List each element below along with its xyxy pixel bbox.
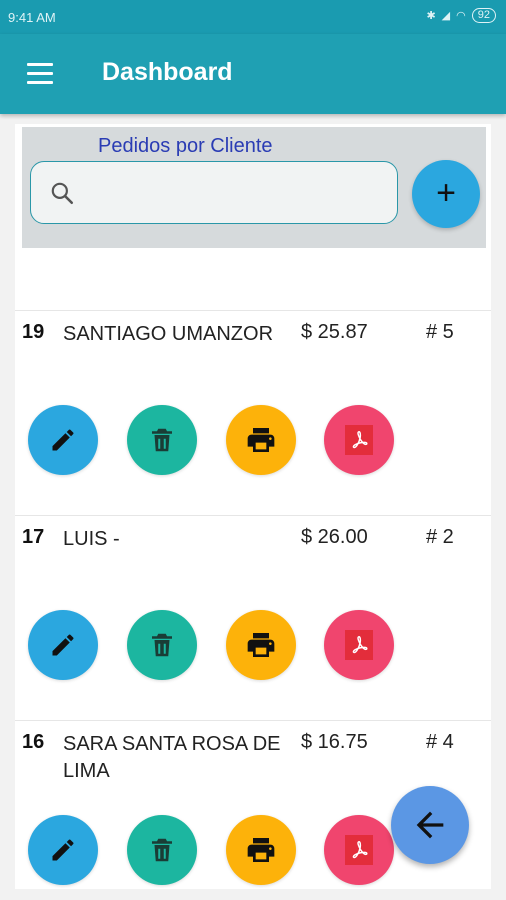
edit-button[interactable] <box>28 610 98 680</box>
pdf-icon <box>345 630 373 660</box>
order-number: 16 <box>22 731 45 753</box>
order-count: # 5 <box>426 321 454 343</box>
pdf-button[interactable] <box>324 610 394 680</box>
status-bar: 9:41 AM ✱ ◢ ◠ 92 <box>0 0 506 34</box>
pencil-icon <box>52 634 74 656</box>
trash-icon <box>152 428 172 452</box>
pdf-button[interactable] <box>324 815 394 885</box>
delete-button[interactable] <box>127 610 197 680</box>
order-number: 17 <box>22 526 45 548</box>
status-time: 9:41 AM <box>8 10 56 25</box>
pencil-icon <box>52 429 74 451</box>
search-input[interactable] <box>30 161 398 224</box>
search-panel: Pedidos por Cliente + <box>22 127 486 248</box>
search-icon <box>51 182 74 205</box>
content-area: Pedidos por Cliente + 19 SANTIAGO UMANZO… <box>15 124 491 889</box>
battery-icon: 92 <box>471 8 496 23</box>
customer-name: LUIS - <box>63 528 120 550</box>
printer-icon <box>247 838 275 862</box>
edit-button[interactable] <box>28 405 98 475</box>
delete-button[interactable] <box>127 405 197 475</box>
pencil-icon <box>52 839 74 861</box>
back-button[interactable] <box>391 786 469 864</box>
page-title: Dashboard <box>102 58 233 86</box>
printer-icon <box>247 428 275 452</box>
panel-title: Pedidos por Cliente <box>98 135 273 157</box>
pdf-button[interactable] <box>324 405 394 475</box>
trash-icon <box>152 838 172 862</box>
order-amount: $ 26.00 <box>301 526 368 548</box>
order-row[interactable]: 17 LUIS - $ 26.00 # 2 <box>15 515 491 720</box>
order-count: # 4 <box>426 731 454 753</box>
order-count: # 2 <box>426 526 454 548</box>
pdf-icon <box>345 425 373 455</box>
arrow-left-icon <box>416 811 444 839</box>
edit-button[interactable] <box>28 815 98 885</box>
bluetooth-icon: ✱ <box>426 10 436 22</box>
trash-icon <box>152 633 172 657</box>
order-row[interactable]: 19 SANTIAGO UMANZOR $ 25.87 # 5 <box>15 310 491 515</box>
pdf-icon <box>345 835 373 865</box>
hamburger-icon[interactable] <box>27 63 53 85</box>
add-button[interactable]: + <box>412 160 480 228</box>
print-button[interactable] <box>226 815 296 885</box>
customer-name: SANTIAGO UMANZOR <box>63 323 274 345</box>
order-number: 19 <box>22 321 45 343</box>
delete-button[interactable] <box>127 815 197 885</box>
print-button[interactable] <box>226 610 296 680</box>
status-icons: ✱ ◢ ◠ 92 <box>426 8 496 23</box>
order-amount: $ 16.75 <box>301 731 368 753</box>
printer-icon <box>247 633 275 657</box>
signal-icon: ◢ <box>441 10 451 22</box>
app-bar: Dashboard <box>0 34 506 114</box>
wifi-icon: ◠ <box>456 10 466 22</box>
order-amount: $ 25.87 <box>301 321 368 343</box>
print-button[interactable] <box>226 405 296 475</box>
customer-name: SARA SANTA ROSA DE LIMA <box>63 733 281 782</box>
